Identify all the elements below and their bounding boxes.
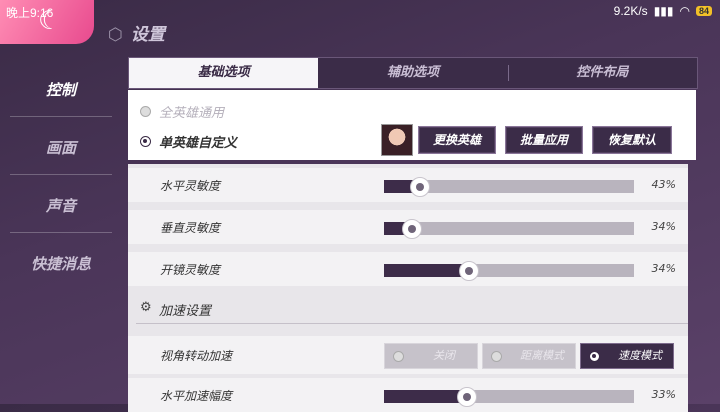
radio-all-heroes[interactable]: 全英雄通用 <box>140 102 224 121</box>
radio-off-icon <box>393 351 404 362</box>
setting-row: 视角转动加速 关闭 距离模式 速度模式 <box>128 336 688 374</box>
accel-option-off[interactable]: 关闭 <box>384 343 478 369</box>
batch-apply-button[interactable]: 批量应用 <box>505 126 583 154</box>
sidebar-item-control[interactable]: 控制 <box>0 65 122 123</box>
setting-percent: 34% <box>651 220 676 233</box>
status-time: 晚上9:16 <box>6 6 54 20</box>
setting-row: 水平灵敏度 43% <box>128 168 688 202</box>
setting-label: 开镜灵敏度 <box>160 263 221 277</box>
sidebar: 控制 画面 声音 快捷消息 <box>0 65 122 297</box>
section-title: 加速设置 <box>159 304 212 319</box>
change-hero-button[interactable]: 更换英雄 <box>418 126 496 154</box>
slider-fill <box>384 390 466 403</box>
setting-percent: 33% <box>651 388 676 401</box>
slider-fill <box>384 264 468 277</box>
wifi-icon: ◠ <box>679 4 690 18</box>
settings-list: 水平灵敏度 43% 垂直灵敏度 34% 开镜灵敏度 34% ⚙ 加速设置 视角转… <box>128 164 688 412</box>
scope-sensitivity-slider[interactable] <box>384 261 634 281</box>
gear-icon: ⚙ <box>140 300 152 315</box>
reset-default-button[interactable]: 恢复默认 <box>592 126 672 154</box>
hero-avatar[interactable] <box>381 124 413 156</box>
setting-label: 视角转动加速 <box>160 349 233 363</box>
page-title: ⬡ 设置 <box>108 25 165 45</box>
tab-assist[interactable]: 辅助选项 <box>318 58 507 88</box>
battery-badge: 84 <box>695 6 712 16</box>
divider <box>136 323 688 324</box>
setting-row: 开镜灵敏度 34% <box>128 252 688 286</box>
radio-on-icon <box>589 351 600 362</box>
accel-section-header: ⚙ 加速设置 <box>128 294 688 324</box>
settings-hex-icon: ⬡ <box>108 25 123 45</box>
vertical-sensitivity-slider[interactable] <box>384 219 634 239</box>
setting-percent: 43% <box>651 178 676 191</box>
slider-knob[interactable] <box>402 219 422 239</box>
accel-option-speed[interactable]: 速度模式 <box>580 343 674 369</box>
radio-on-icon <box>140 136 151 147</box>
radio-off-icon <box>140 106 151 117</box>
horizontal-accel-slider[interactable] <box>384 387 634 407</box>
sidebar-item-quick-message[interactable]: 快捷消息 <box>0 239 122 297</box>
tab-basic[interactable]: 基础选项 <box>129 58 319 88</box>
slider-knob[interactable] <box>459 261 479 281</box>
slider-knob[interactable] <box>410 177 430 197</box>
setting-label: 水平加速幅度 <box>160 389 233 403</box>
setting-percent: 34% <box>651 262 676 275</box>
setting-label: 垂直灵敏度 <box>160 221 221 235</box>
sidebar-item-display[interactable]: 画面 <box>0 123 122 181</box>
network-speed: 9.2K/s <box>613 4 648 18</box>
slider-knob[interactable] <box>457 387 477 407</box>
tab-bar: 基础选项 辅助选项 控件布局 <box>128 57 698 89</box>
tab-layout[interactable]: 控件布局 <box>507 58 697 88</box>
sidebar-item-sound[interactable]: 声音 <box>0 181 122 239</box>
radio-off-icon <box>491 351 502 362</box>
setting-row: 垂直灵敏度 34% <box>128 210 688 244</box>
horizontal-sensitivity-slider[interactable] <box>384 177 634 197</box>
radio-single-hero[interactable]: 单英雄自定义 <box>140 132 237 151</box>
hero-config-panel: 全英雄通用 单英雄自定义 更换英雄 批量应用 恢复默认 <box>128 90 696 160</box>
signal-icon: ▮▮▮ <box>653 4 674 18</box>
accel-option-distance[interactable]: 距离模式 <box>482 343 576 369</box>
setting-label: 水平灵敏度 <box>160 179 221 193</box>
setting-row: 水平加速幅度 33% <box>128 378 688 412</box>
